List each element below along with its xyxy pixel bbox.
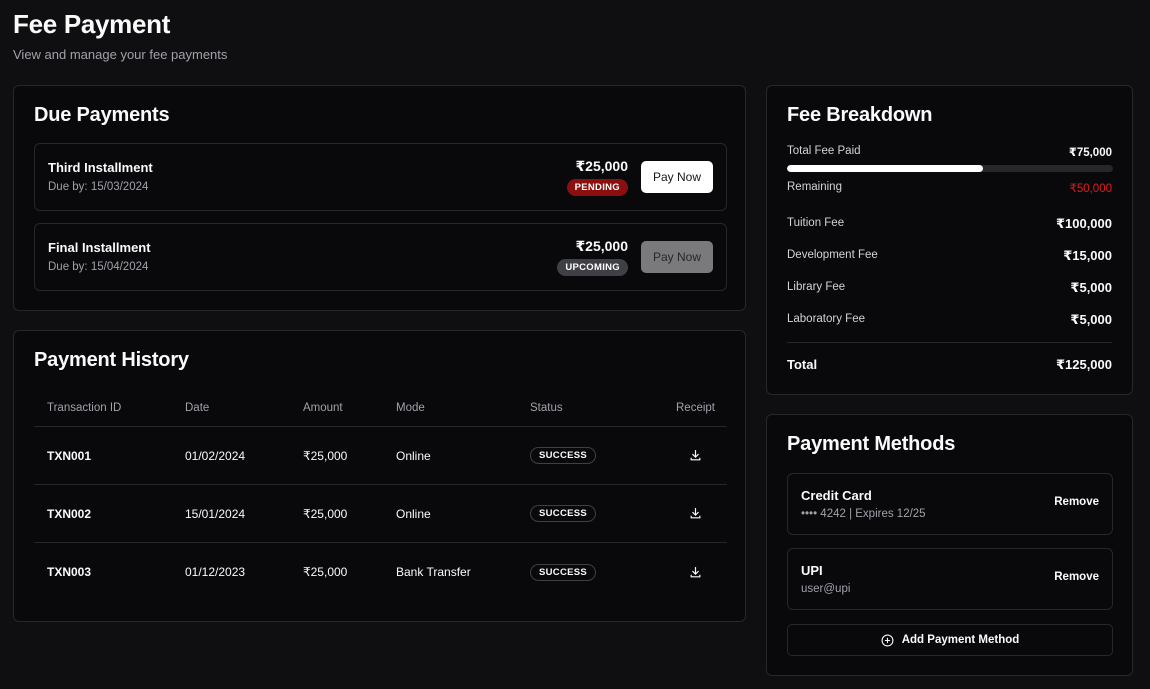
receipt-cell — [685, 543, 715, 601]
transaction-id: TXN001 — [47, 448, 92, 463]
fee-breakdown-card: Fee Breakdown Total Fee Paid ₹75,000 Rem… — [766, 85, 1133, 395]
fee-item-label: Library Fee — [787, 281, 846, 293]
page-title: Fee Payment — [13, 9, 171, 39]
fee-item-value: ₹15,000 — [1063, 248, 1112, 263]
payment-method-item: UPI user@upi Remove — [787, 548, 1113, 610]
pay-now-button[interactable]: Pay Now — [641, 161, 713, 193]
table-row: TXN001 01/02/2024 ₹25,000 Online SUCCESS — [34, 427, 727, 485]
payment-methods-card: Payment Methods Credit Card •••• 4242 | … — [766, 414, 1133, 676]
due-item-amount: ₹25,000 — [575, 238, 628, 254]
status-badge: PENDING — [566, 179, 628, 196]
total-label: Total — [787, 357, 818, 372]
status-badge: SUCCESS — [530, 505, 597, 522]
table-row: TXN003 01/12/2023 ₹25,000 Bank Transfer … — [34, 543, 727, 601]
fee-item-value: ₹5,000 — [1070, 280, 1112, 295]
due-item-amount: ₹25,000 — [575, 158, 628, 174]
fee-item-label: Development Fee — [787, 249, 878, 261]
pay-now-button[interactable]: Pay Now — [641, 241, 713, 273]
divider — [787, 342, 1112, 343]
due-item: Third Installment Due by: 15/03/2024 ₹25… — [34, 143, 727, 211]
total-value: ₹125,000 — [1055, 357, 1112, 372]
page-subtitle: View and manage your fee payments — [13, 47, 228, 62]
status-badge: UPCOMING — [557, 259, 628, 276]
paid-label: Total Fee Paid — [787, 145, 861, 157]
paid-value: ₹75,000 — [1068, 147, 1112, 159]
payment-progress-bar — [787, 165, 1113, 172]
fee-item-value: ₹100,000 — [1055, 216, 1112, 231]
add-payment-method-label: Add Payment Method — [901, 634, 1020, 646]
download-icon[interactable] — [685, 504, 705, 524]
column-header: Receipt — [676, 401, 715, 414]
transaction-amount: ₹25,000 — [303, 506, 348, 521]
status-cell: SUCCESS — [530, 427, 597, 484]
remaining-label: Remaining — [787, 181, 842, 193]
progress-fill — [787, 165, 983, 172]
due-item-name: Third Installment — [48, 160, 153, 175]
payment-methods-title: Payment Methods — [787, 433, 956, 455]
transaction-id: TXN002 — [47, 506, 92, 521]
column-header: Amount — [303, 401, 343, 414]
receipt-cell — [685, 427, 715, 484]
column-header: Transaction ID — [47, 401, 122, 414]
receipt-cell — [685, 485, 715, 542]
add-payment-method-button[interactable]: Add Payment Method — [787, 624, 1113, 656]
plus-circle-icon — [881, 634, 894, 647]
method-name: UPI — [801, 563, 823, 578]
fee-breakdown-title: Fee Breakdown — [787, 104, 933, 126]
status-badge: SUCCESS — [530, 563, 597, 581]
status-cell: SUCCESS — [530, 485, 597, 542]
column-header: Status — [530, 401, 563, 414]
fee-item-value: ₹5,000 — [1070, 312, 1112, 327]
transaction-date: 15/01/2024 — [185, 506, 246, 521]
fee-item-label: Laboratory Fee — [787, 313, 865, 325]
transaction-mode: Online — [396, 506, 431, 521]
download-icon[interactable] — [685, 562, 705, 582]
payment-history-table: Transaction ID Date Amount Mode Status R… — [34, 389, 727, 601]
payment-history-card: Payment History Transaction ID Date Amou… — [13, 330, 746, 622]
remove-button[interactable]: Remove — [1054, 496, 1099, 508]
status-badge: SUCCESS — [530, 447, 597, 464]
method-detail: user@upi — [801, 583, 851, 595]
transaction-date: 01/02/2024 — [185, 448, 246, 463]
fee-item-label: Tuition Fee — [787, 217, 845, 229]
payment-method-item: Credit Card •••• 4242 | Expires 12/25 Re… — [787, 473, 1113, 535]
column-header: Mode — [396, 401, 425, 414]
due-payments-title: Due Payments — [34, 104, 170, 126]
due-payments-card: Due Payments Third Installment Due by: 1… — [13, 85, 746, 311]
remaining-value: ₹50,000 — [1069, 183, 1113, 195]
due-item-date: Due by: 15/03/2024 — [48, 181, 149, 193]
transaction-mode: Bank Transfer — [396, 565, 471, 579]
due-item-date: Due by: 15/04/2024 — [48, 261, 149, 273]
due-item-name: Final Installment — [48, 240, 151, 255]
transaction-amount: ₹25,000 — [303, 448, 348, 463]
method-name: Credit Card — [801, 488, 872, 503]
payment-history-title: Payment History — [34, 349, 189, 371]
table-header: Transaction ID Date Amount Mode Status R… — [34, 389, 727, 427]
transaction-amount: ₹25,000 — [303, 565, 348, 579]
method-detail: •••• 4242 | Expires 12/25 — [801, 508, 926, 520]
status-cell: SUCCESS — [530, 543, 597, 601]
download-icon[interactable] — [685, 446, 705, 466]
table-row: TXN002 15/01/2024 ₹25,000 Online SUCCESS — [34, 485, 727, 543]
transaction-mode: Online — [396, 448, 431, 463]
due-item: Final Installment Due by: 15/04/2024 ₹25… — [34, 223, 727, 291]
transaction-id: TXN003 — [47, 565, 92, 579]
transaction-date: 01/12/2023 — [185, 565, 246, 579]
column-header: Date — [185, 401, 210, 414]
remove-button[interactable]: Remove — [1054, 571, 1099, 583]
